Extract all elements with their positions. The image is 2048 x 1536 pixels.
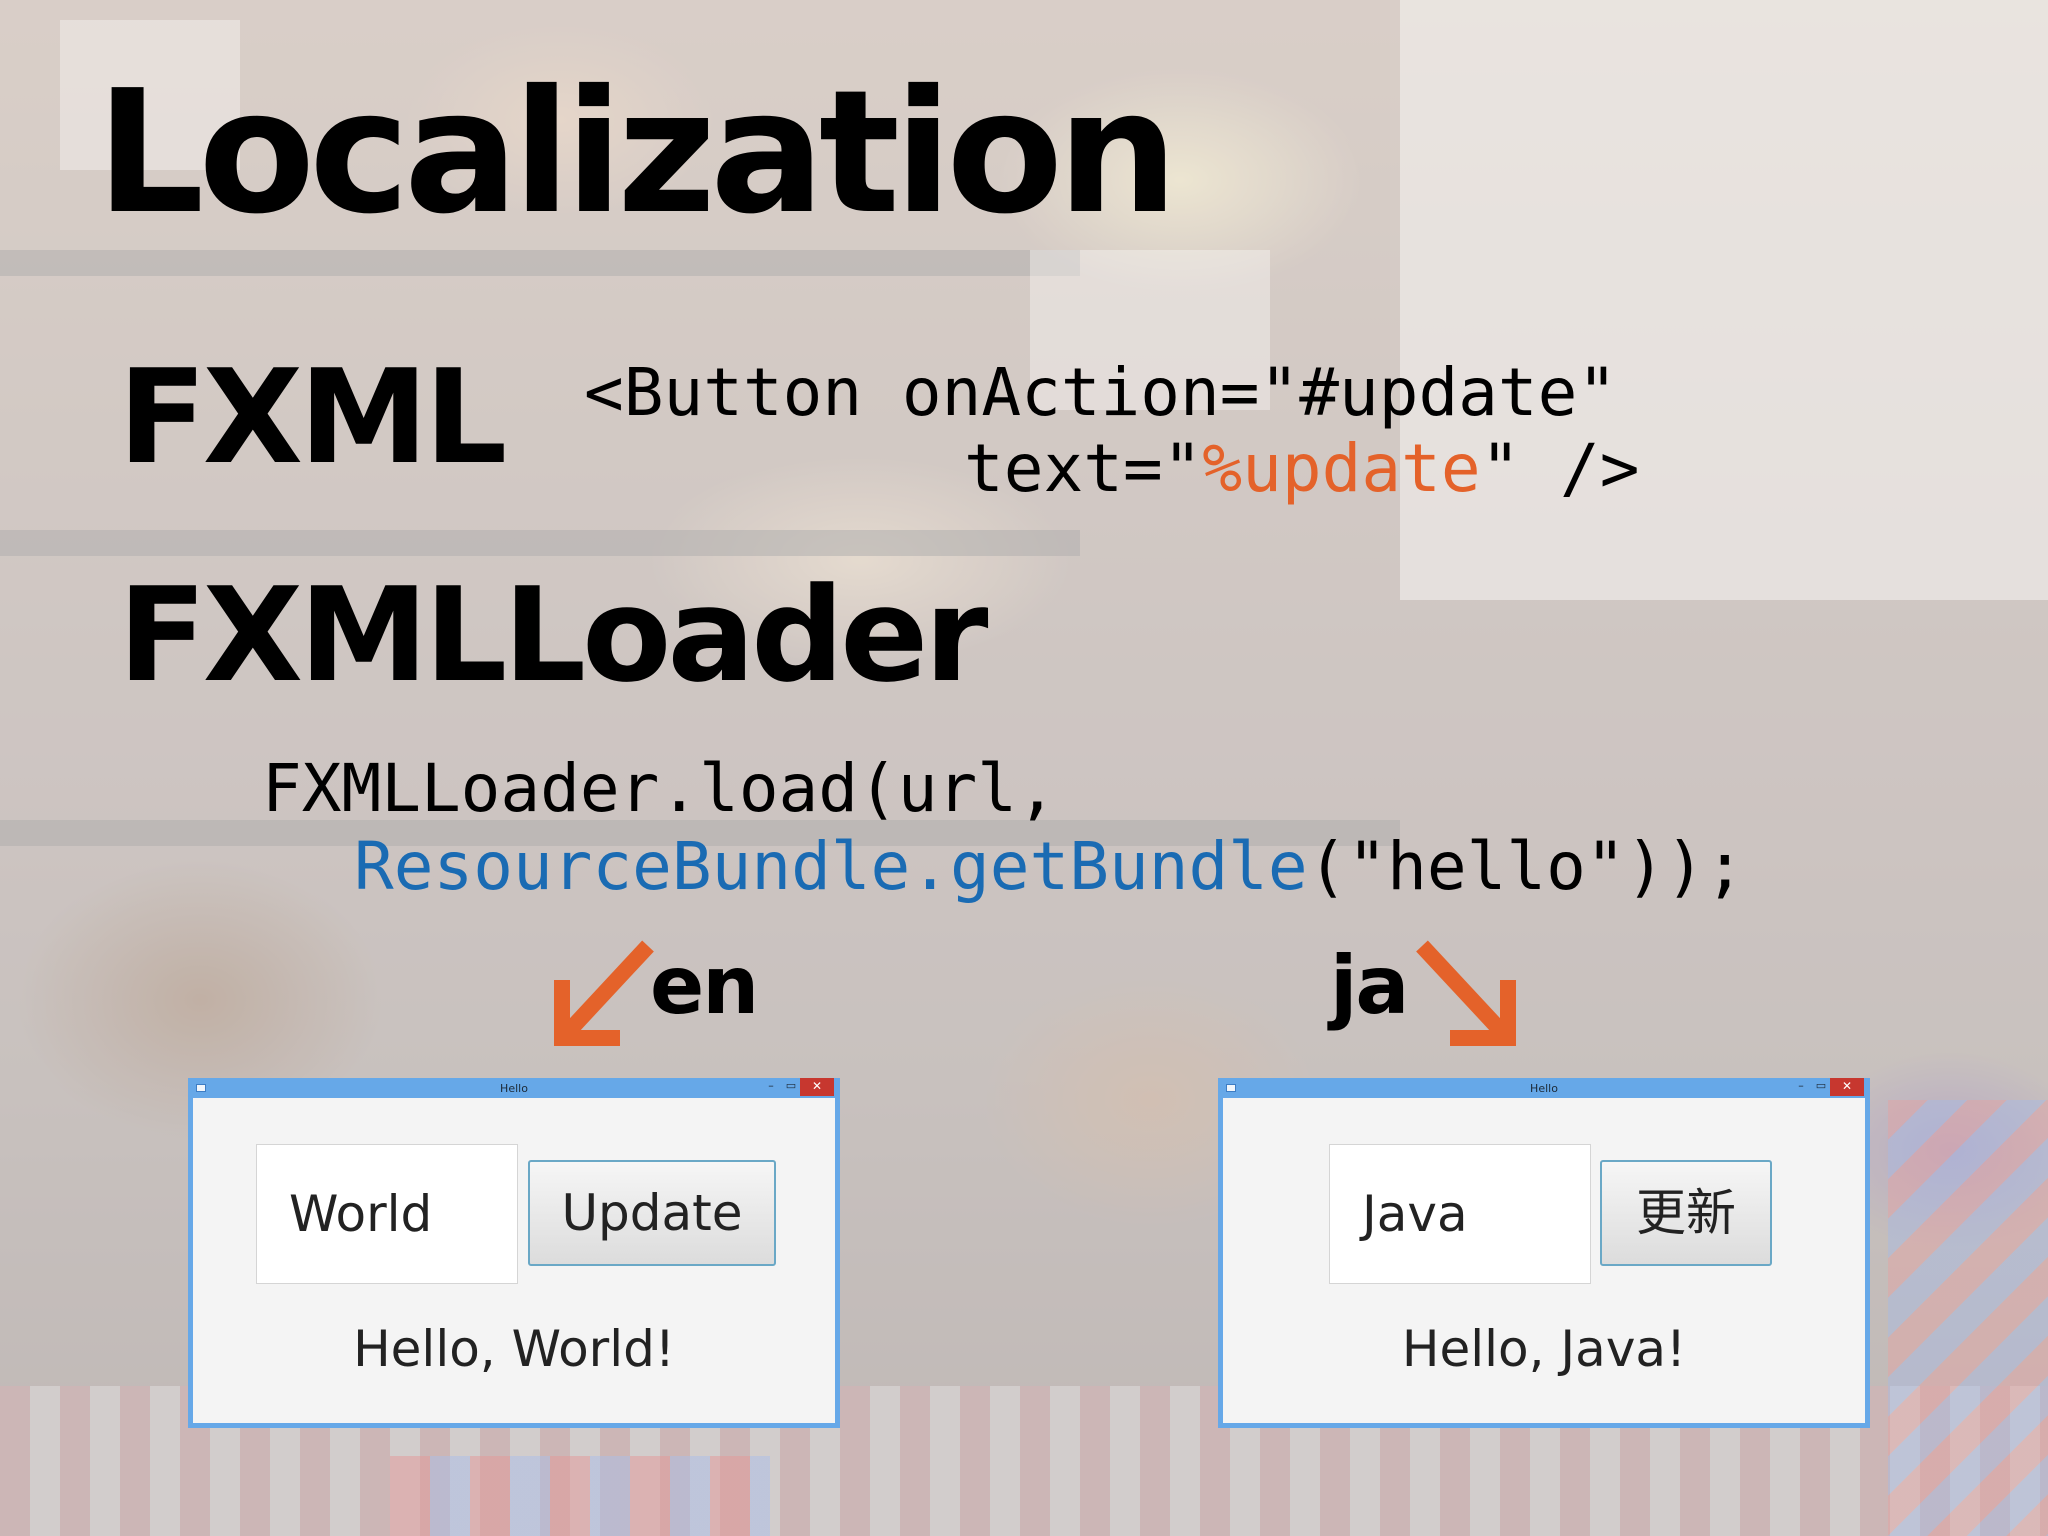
- label-ja: ja: [1330, 939, 1409, 1032]
- window-ja-titlebar[interactable]: Hello – ▭ ✕: [1218, 1078, 1870, 1098]
- close-icon[interactable]: ✕: [800, 1078, 834, 1096]
- loader-code-line2: ResourceBundle.getBundle("hello"));: [354, 834, 1745, 900]
- loader-code-args: ("hello"));: [1307, 828, 1745, 905]
- slide-title: Localization: [96, 54, 1178, 252]
- window-ja-content: Java 更新 Hello, Java!: [1223, 1098, 1865, 1423]
- window-ja-title: Hello: [1530, 1082, 1558, 1095]
- loader-code-getbundle: ResourceBundle.getBundle: [354, 828, 1308, 905]
- name-text-field[interactable]: World: [256, 1144, 518, 1284]
- update-button[interactable]: 更新: [1600, 1160, 1772, 1266]
- minimize-icon[interactable]: –: [1794, 1080, 1808, 1094]
- arrow-down-left-icon: [554, 940, 654, 1046]
- minimize-icon[interactable]: –: [764, 1080, 778, 1094]
- greeting-label: Hello, Java!: [1401, 1320, 1687, 1378]
- fxml-code-update-key: %update: [1202, 430, 1481, 507]
- fxmlloader-heading: FXMLLoader: [118, 559, 988, 711]
- fxml-code-text-suffix: " />: [1480, 430, 1640, 507]
- fxml-heading: FXML: [118, 341, 507, 493]
- fxml-code-line2: text="%update" />: [964, 436, 1640, 502]
- window-en-titlebar[interactable]: Hello – ▭ ✕: [188, 1078, 840, 1098]
- close-icon[interactable]: ✕: [1830, 1078, 1864, 1096]
- window-en-content: World Update Hello, World!: [193, 1098, 835, 1423]
- loader-code-line1: FXMLLoader.load(url,: [262, 750, 1057, 827]
- window-en: Hello – ▭ ✕ World Update Hello, World!: [188, 1078, 840, 1428]
- label-en: en: [650, 939, 759, 1032]
- fxml-code-text-prefix: text=": [964, 430, 1203, 507]
- arrow-down-right-icon: [1416, 940, 1516, 1046]
- update-button[interactable]: Update: [528, 1160, 776, 1266]
- maximize-icon[interactable]: ▭: [1814, 1080, 1828, 1094]
- name-text-field[interactable]: Java: [1329, 1144, 1591, 1284]
- window-ja: Hello – ▭ ✕ Java 更新 Hello, Java!: [1218, 1078, 1870, 1428]
- greeting-label: Hello, World!: [353, 1320, 675, 1378]
- window-en-title: Hello: [500, 1082, 528, 1095]
- fxml-code-line1: <Button onAction="#update": [584, 354, 1618, 431]
- maximize-icon[interactable]: ▭: [784, 1080, 798, 1094]
